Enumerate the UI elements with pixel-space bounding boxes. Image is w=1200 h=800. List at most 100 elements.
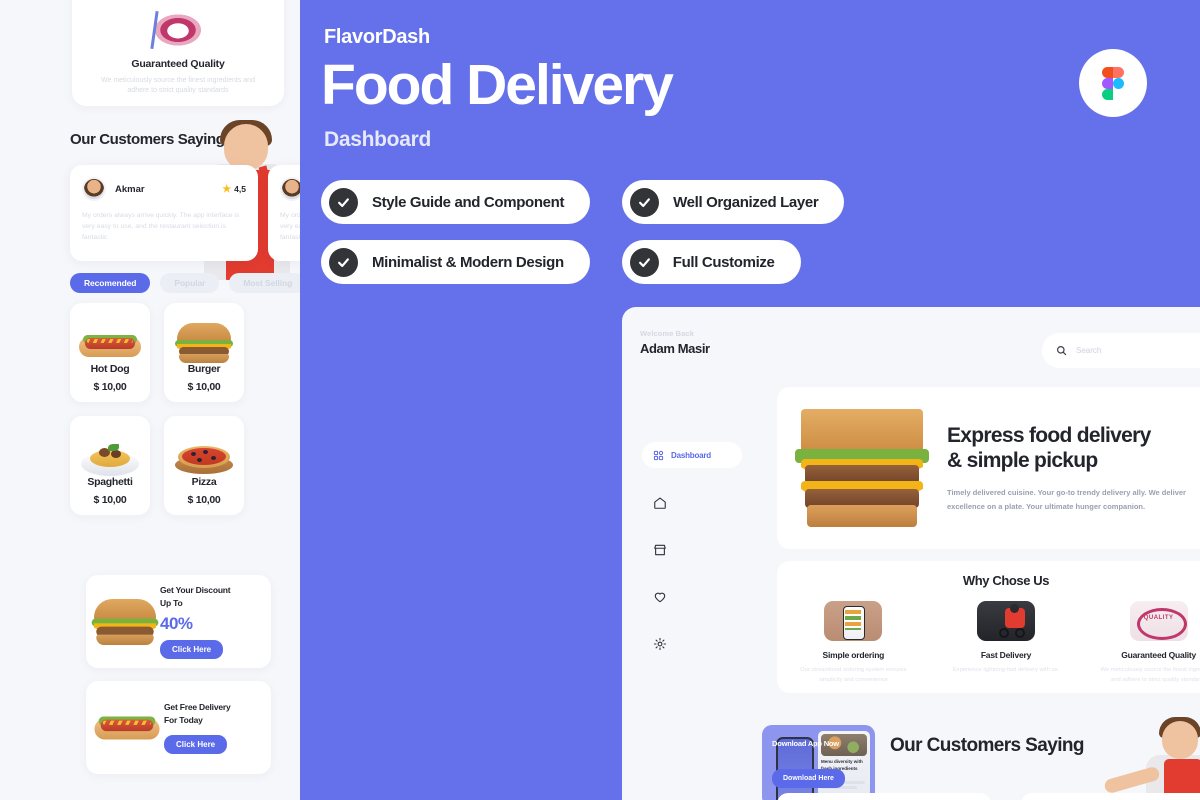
customers-section-title: Our Customers Saying [890, 735, 1084, 756]
testimonial-rating: ★ 4,5 [222, 184, 246, 195]
presentation-area: FlavorDash Food Delivery Dashboard Style… [300, 0, 1200, 800]
product-name: Spaghetti [87, 476, 133, 488]
testimonial-body: My orders always arrive quickly. The app… [82, 212, 240, 242]
check-circle-icon [629, 247, 659, 277]
feature-badge-minimalist-modern-design[interactable]: Minimalist & Modern Design [321, 240, 590, 284]
delivery-rider-image [976, 601, 1035, 641]
feature-badge-label: Minimalist & Modern Design [372, 253, 564, 271]
promo-click-here-button[interactable]: Click Here [164, 734, 228, 754]
promo-percent: 40% [160, 613, 193, 633]
sidebar-item-settings[interactable] [642, 632, 742, 656]
why-chose-us-section: Why Chose Us Simple ordering Our streaml… [777, 561, 1200, 693]
why-card-title: Guaranteed Quality [1121, 650, 1197, 660]
burger-image [175, 323, 233, 363]
why-chose-us-title: Why Chose Us [962, 573, 1050, 588]
banner-heading-line2: & simple pickup [947, 449, 1098, 473]
gear-icon [653, 637, 667, 651]
product-price: $ 10,00 [187, 381, 221, 393]
hotdog-image [79, 329, 141, 363]
product-price: $ 10,00 [93, 494, 127, 506]
star-icon: ★ [222, 183, 232, 195]
why-card-title: Simple ordering [822, 650, 885, 660]
preview-testimonial-card: Akmar ★ 4,5 My orders always arrive quic… [70, 165, 258, 261]
quality-stamp-image [147, 8, 209, 51]
search-icon [1057, 346, 1067, 356]
page-title: Food Delivery [321, 53, 674, 117]
preview-product-card[interactable]: Pizza $ 10,00 [164, 416, 244, 515]
user-name: Adam Masir [640, 341, 710, 356]
dashboard-mockup: Welcome Back Adam Masir Search Dashboard [622, 307, 1200, 800]
sidebar-item-home[interactable] [642, 491, 742, 515]
preview-panel: Guaranteed Quality We meticulously sourc… [0, 0, 300, 800]
testimonial-card[interactable] [1021, 793, 1200, 800]
download-app-card[interactable]: Menu diversity with fresh ingredients Do… [762, 725, 875, 800]
preview-promo-card-discount[interactable]: Get Your Discount Up To 40% Click Here [86, 575, 271, 668]
preview-tab-popular[interactable]: Popular [160, 273, 220, 293]
dashboard-sidebar: Dashboard [642, 442, 742, 656]
why-card-title: Fast Delivery [980, 650, 1032, 660]
why-card-desc: Experience lightning-fast delivery with … [952, 667, 1060, 673]
download-here-button[interactable]: Download Here [772, 769, 845, 788]
feature-badges: Style Guide and Component Well Organized… [321, 180, 1181, 300]
heart-icon [654, 592, 666, 603]
why-card-guaranteed-quality: QUALITY Guaranteed Quality We meticulous… [1093, 601, 1200, 686]
preview-promo-card-delivery[interactable]: Get Free Delivery For Today Click Here [86, 681, 271, 774]
sidebar-item-store[interactable] [642, 538, 742, 562]
testimonial-name: Akmar [115, 183, 145, 195]
hero-banner: Express food delivery & simple pickup Ti… [777, 387, 1200, 549]
burger-image [91, 598, 159, 645]
preview-tab-recomended[interactable]: Recomended [70, 273, 151, 293]
brand-name: FlavorDash [324, 26, 430, 48]
sidebar-item-dashboard[interactable]: Dashboard [642, 442, 742, 468]
search-input[interactable]: Search [1042, 333, 1200, 368]
avatar [280, 177, 300, 201]
spaghetti-image [81, 442, 139, 476]
feature-badge-well-organized-layer[interactable]: Well Organized Layer [622, 180, 845, 224]
sidebar-item-label: Dashboard [671, 450, 711, 460]
feature-badge-label: Style Guide and Component [372, 193, 565, 211]
feature-badge-label: Well Organized Layer [673, 193, 819, 211]
quality-stamp-image: QUALITY [1129, 601, 1188, 641]
product-price: $ 10,00 [187, 494, 221, 506]
sidebar-item-favorites[interactable] [642, 585, 742, 609]
search-placeholder: Search [1076, 346, 1102, 355]
feature-badge-label: Full Customize [672, 253, 775, 271]
preview-product-card[interactable]: Spaghetti $ 10,00 [70, 416, 150, 515]
why-card-desc: We meticulously source the finest ingred… [1100, 667, 1200, 683]
why-card-desc: Our streamlined ordering system ensures … [800, 667, 907, 683]
banner-body: Timely delivered cuisine. Your go-to tre… [947, 487, 1186, 511]
feature-badge-style-guide[interactable]: Style Guide and Component [321, 180, 591, 224]
check-circle-icon [329, 187, 358, 217]
product-price: $ 10,00 [93, 381, 127, 393]
phone-ordering-image [824, 601, 883, 641]
promo-line1: Get Free Delivery [164, 702, 231, 713]
hotdog-image [94, 710, 160, 746]
preview-tabs: Recomended Popular Most Selling [70, 273, 300, 293]
preview-product-card[interactable]: Hot Dog $ 10,00 [70, 303, 150, 402]
preview-product-grid: Hot Dog $ 10,00 Burger $ 10,00 Spaghetti… [70, 303, 286, 515]
quality-card-desc: We meticulously source the finest ingred… [101, 76, 255, 94]
pizza-image [175, 442, 233, 476]
preview-quality-card: Guaranteed Quality We meticulously sourc… [72, 0, 284, 106]
testimonial-card[interactable] [777, 793, 991, 800]
banner-heading-line1: Express food delivery [947, 423, 1151, 447]
product-name: Pizza [191, 476, 217, 488]
promo-line1: Get Your Discount [160, 585, 231, 596]
check-circle-icon [329, 247, 358, 277]
chef-illustration [1102, 717, 1200, 800]
product-name: Hot Dog [90, 363, 130, 375]
preview-testimonial-card-2: My orders always arrive quickly. The app… [268, 165, 300, 261]
promo-line2: Up To [160, 598, 183, 608]
product-name: Burger [187, 363, 221, 375]
preview-tab-most-selling[interactable]: Most Selling [229, 273, 300, 293]
welcome-label: Welcome Back [640, 329, 695, 338]
preview-product-card[interactable]: Burger $ 10,00 [164, 303, 244, 402]
download-card-title: Download App Now [772, 739, 839, 748]
promo-click-here-button[interactable]: Click Here [160, 639, 224, 659]
why-card-fast-delivery: Fast Delivery Experience lightning-fast … [940, 601, 1072, 686]
why-card-simple-ordering: Simple ordering Our streamlined ordering… [787, 601, 919, 686]
feature-badge-full-customize[interactable]: Full Customize [621, 240, 801, 284]
grid-icon [653, 450, 664, 460]
testimonial-body: My orders always arrive quickly. The app… [280, 212, 300, 242]
page-subtitle: Dashboard [324, 128, 431, 151]
